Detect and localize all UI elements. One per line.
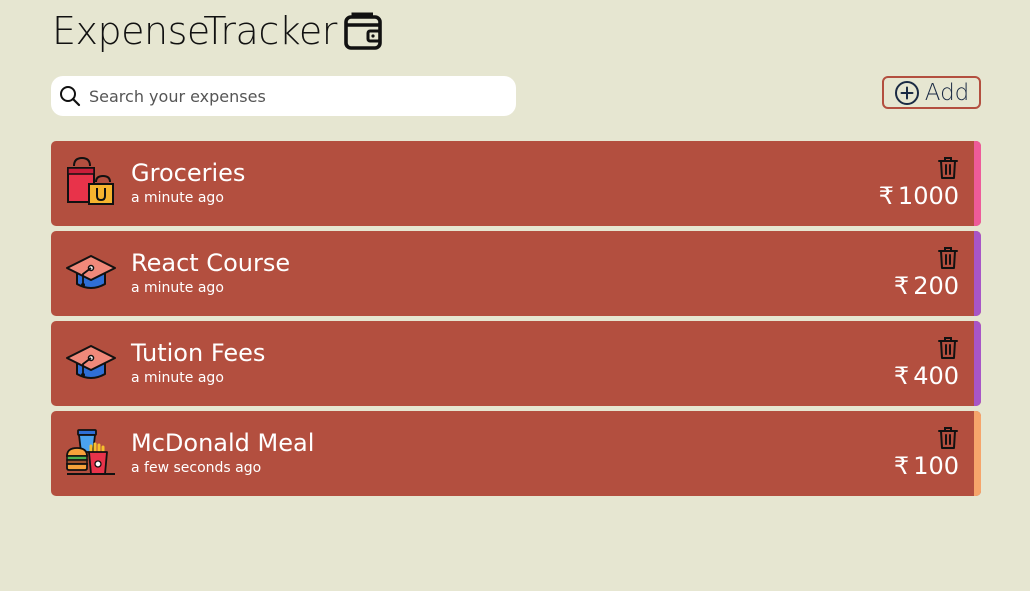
graduation-cap-icon [66,345,116,379]
trash-icon[interactable] [937,336,959,360]
expense-time: a minute ago [131,370,224,386]
expense-time: a minute ago [131,280,224,296]
expense-time: a few seconds ago [131,460,262,476]
amount-value: 100 [913,452,959,480]
expense-title: React Course [131,249,291,277]
category-stripe [974,141,981,226]
add-button-label: Add [924,79,970,106]
amount-value: 200 [913,272,959,300]
category-stripe [974,321,981,406]
expense-card[interactable]: Tution Fees a minute ago ₹ 400 [51,321,981,406]
wallet-icon [344,12,382,50]
search-bar[interactable] [51,76,516,116]
expense-title: McDonald Meal [131,429,315,457]
category-stripe [974,411,981,496]
plus-circle-icon [894,80,919,105]
search-input[interactable] [87,85,491,107]
add-expense-button[interactable]: Add [882,76,981,109]
expense-title: Groceries [131,159,246,187]
trash-icon[interactable] [937,156,959,180]
shopping-bags-icon [67,156,114,205]
expense-list: Groceries a minute ago ₹ 1000 React Cour… [51,141,981,501]
currency-symbol: ₹ [893,272,910,300]
trash-icon[interactable] [937,426,959,450]
currency-symbol: ₹ [893,362,910,390]
graduation-cap-icon [66,255,116,289]
expense-time: a minute ago [131,190,224,206]
search-icon [60,86,81,107]
currency-symbol: ₹ [878,182,894,210]
currency-symbol: ₹ [893,452,910,480]
category-stripe [974,231,981,316]
expense-amount: ₹ 100 [894,451,959,481]
expense-amount: ₹ 400 [894,361,959,391]
expense-card[interactable]: Groceries a minute ago ₹ 1000 [51,141,981,226]
expense-title: Tution Fees [131,339,266,367]
trash-icon[interactable] [937,246,959,270]
page-title: ExpenseTracker [52,9,337,53]
expense-amount: ₹ 200 [894,271,959,301]
expense-tracker-app: ExpenseTracker Add [0,0,1030,591]
expense-card[interactable]: React Course a minute ago ₹ 200 [51,231,981,316]
expense-card[interactable]: McDonald Meal a few seconds ago ₹ 100 [51,411,981,496]
amount-value: 1000 [897,182,959,210]
expense-amount: ₹ 1000 [879,181,959,211]
header: ExpenseTracker [52,8,385,54]
amount-value: 400 [913,362,959,390]
fast-food-icon [66,429,115,475]
